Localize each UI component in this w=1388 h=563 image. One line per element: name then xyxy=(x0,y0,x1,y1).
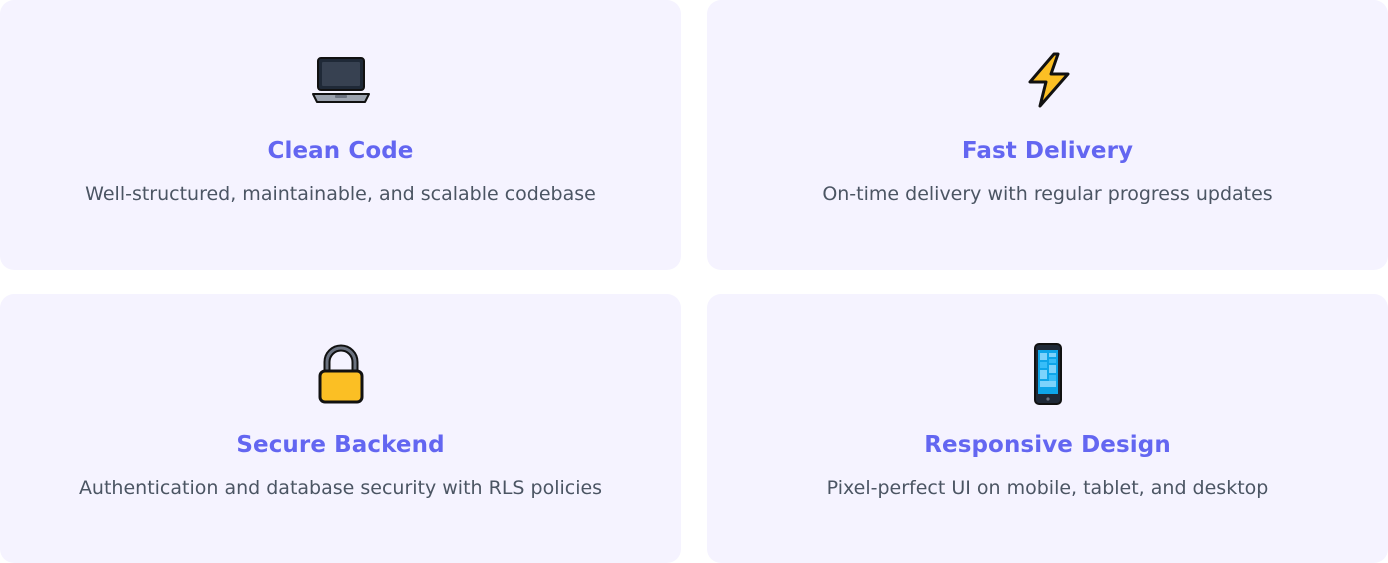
feature-card-clean-code: Clean Code Well-structured, maintainable… xyxy=(0,0,681,270)
feature-title: Responsive Design xyxy=(924,432,1171,458)
feature-card-secure-backend: Secure Backend Authentication and databa… xyxy=(0,294,681,563)
laptop-icon xyxy=(309,48,373,112)
feature-description: On-time delivery with regular progress u… xyxy=(822,183,1273,205)
features-grid: Clean Code Well-structured, maintainable… xyxy=(0,0,1388,563)
feature-card-responsive-design: Responsive Design Pixel-perfect UI on mo… xyxy=(707,294,1388,563)
feature-title: Fast Delivery xyxy=(961,138,1134,164)
feature-card-fast-delivery: Fast Delivery On-time delivery with regu… xyxy=(707,0,1388,270)
feature-description: Well-structured, maintainable, and scala… xyxy=(85,183,596,205)
mobile-phone-icon xyxy=(1016,342,1080,406)
lightning-icon xyxy=(1016,48,1080,112)
feature-description: Authentication and database security wit… xyxy=(78,477,603,499)
feature-description: Pixel-perfect UI on mobile, tablet, and … xyxy=(826,477,1269,499)
feature-title: Secure Backend xyxy=(236,432,445,458)
feature-title: Clean Code xyxy=(267,138,414,164)
lock-icon xyxy=(309,342,373,406)
